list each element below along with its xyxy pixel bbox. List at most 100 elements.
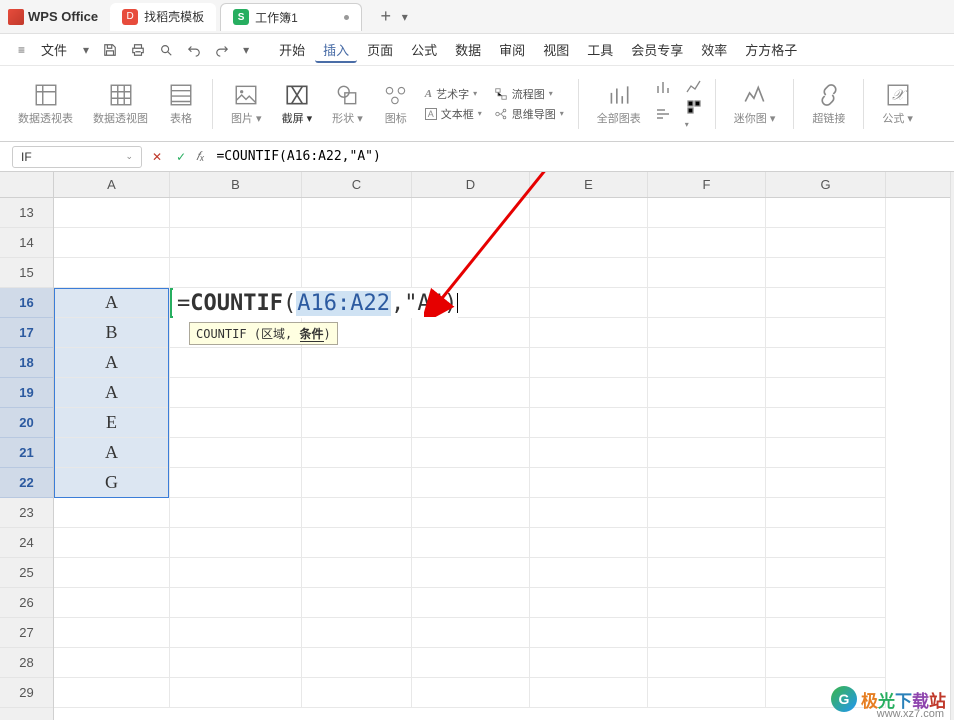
row-head-26[interactable]: 26 — [0, 588, 53, 618]
col-head-C[interactable]: C — [302, 172, 412, 197]
col-head-A[interactable]: A — [54, 172, 170, 197]
add-tab-button[interactable]: + — [374, 5, 398, 29]
cell-E14[interactable] — [530, 228, 648, 258]
chevron-down-icon[interactable]: ⌄ — [125, 151, 133, 162]
cell-D15[interactable] — [412, 258, 530, 288]
cell-E28[interactable] — [530, 648, 648, 678]
cell-G28[interactable] — [766, 648, 886, 678]
cell-D21[interactable] — [412, 438, 530, 468]
cell-C23[interactable] — [302, 498, 412, 528]
cell-C27[interactable] — [302, 618, 412, 648]
more-charts-icon[interactable]: ▾ — [685, 98, 703, 130]
row-head-25[interactable]: 25 — [0, 558, 53, 588]
col-head-B[interactable]: B — [170, 172, 302, 197]
cell-B23[interactable] — [170, 498, 302, 528]
cell-C19[interactable] — [302, 378, 412, 408]
cell-A21[interactable]: A — [54, 438, 170, 468]
cell-C29[interactable] — [302, 678, 412, 708]
cell-C20[interactable] — [302, 408, 412, 438]
cell-C13[interactable] — [302, 198, 412, 228]
row-head-16[interactable]: 16 — [0, 288, 53, 318]
cell-E20[interactable] — [530, 408, 648, 438]
menu-page[interactable]: 页面 — [359, 36, 401, 63]
dropdown-icon[interactable]: ▾ — [237, 41, 255, 59]
cell-G17[interactable] — [766, 318, 886, 348]
cell-D14[interactable] — [412, 228, 530, 258]
cell-B29[interactable] — [170, 678, 302, 708]
cell-D26[interactable] — [412, 588, 530, 618]
cell-E21[interactable] — [530, 438, 648, 468]
cell-A25[interactable] — [54, 558, 170, 588]
file-menu[interactable]: 文件 — [33, 36, 75, 63]
ribbon-screenshot[interactable]: 截屏 ▾ — [276, 82, 319, 126]
cell-G19[interactable] — [766, 378, 886, 408]
cell-A23[interactable] — [54, 498, 170, 528]
cell-G25[interactable] — [766, 558, 886, 588]
row-head-14[interactable]: 14 — [0, 228, 53, 258]
cell-G14[interactable] — [766, 228, 886, 258]
formula-input[interactable] — [216, 146, 942, 168]
grid[interactable]: ABCDEFG ABAAEAG =COUNTIF(A16:A22,"A") CO… — [54, 172, 954, 720]
cell-E17[interactable] — [530, 318, 648, 348]
menu-fanggezi[interactable]: 方方格子 — [737, 36, 805, 63]
cell-F27[interactable] — [648, 618, 766, 648]
cell-G27[interactable] — [766, 618, 886, 648]
ribbon-pivot-table[interactable]: 数据透视表 — [12, 82, 79, 126]
row-head-20[interactable]: 20 — [0, 408, 53, 438]
row-head-15[interactable]: 15 — [0, 258, 53, 288]
cell-F28[interactable] — [648, 648, 766, 678]
cell-B28[interactable] — [170, 648, 302, 678]
cell-A28[interactable] — [54, 648, 170, 678]
menu-collapse-icon[interactable]: ≡ — [12, 41, 31, 59]
ribbon-sparkline[interactable]: 迷你图 ▾ — [728, 82, 782, 126]
cell-F15[interactable] — [648, 258, 766, 288]
ribbon-flowchart[interactable]: 流程图▾ — [492, 85, 566, 103]
cell-A14[interactable] — [54, 228, 170, 258]
preview-icon[interactable] — [153, 41, 179, 59]
line-chart-icon[interactable] — [685, 78, 703, 96]
cell-E23[interactable] — [530, 498, 648, 528]
cell-F26[interactable] — [648, 588, 766, 618]
scrollbar-vertical[interactable] — [950, 172, 954, 720]
cell-D25[interactable] — [412, 558, 530, 588]
cell-B15[interactable] — [170, 258, 302, 288]
cell-E13[interactable] — [530, 198, 648, 228]
bar-chart-icon-2[interactable] — [655, 105, 673, 123]
new-icon[interactable]: ▾ — [77, 41, 95, 59]
menu-insert[interactable]: 插入 — [315, 36, 357, 63]
cell-C24[interactable] — [302, 528, 412, 558]
cell-G16[interactable] — [766, 288, 886, 318]
cell-E29[interactable] — [530, 678, 648, 708]
ribbon-table[interactable]: 表格 — [162, 82, 200, 126]
cell-E16[interactable] — [530, 288, 648, 318]
ribbon-shape[interactable]: 形状 ▾ — [326, 82, 369, 126]
undo-icon[interactable] — [181, 41, 207, 59]
cell-C22[interactable] — [302, 468, 412, 498]
cell-C21[interactable] — [302, 438, 412, 468]
cancel-button[interactable]: ✕ — [148, 150, 166, 164]
cell-G26[interactable] — [766, 588, 886, 618]
cell-D24[interactable] — [412, 528, 530, 558]
cell-G22[interactable] — [766, 468, 886, 498]
cell-F21[interactable] — [648, 438, 766, 468]
cell-C15[interactable] — [302, 258, 412, 288]
menu-view[interactable]: 视图 — [535, 36, 577, 63]
col-head-D[interactable]: D — [412, 172, 530, 197]
cell-F19[interactable] — [648, 378, 766, 408]
cell-D18[interactable] — [412, 348, 530, 378]
cell-G13[interactable] — [766, 198, 886, 228]
cell-E26[interactable] — [530, 588, 648, 618]
cell-B18[interactable] — [170, 348, 302, 378]
cell-B19[interactable] — [170, 378, 302, 408]
cell-C14[interactable] — [302, 228, 412, 258]
cell-F17[interactable] — [648, 318, 766, 348]
row-head-13[interactable]: 13 — [0, 198, 53, 228]
cell-E18[interactable] — [530, 348, 648, 378]
menu-data[interactable]: 数据 — [447, 36, 489, 63]
tab-templates[interactable]: D 找稻壳模板 — [110, 3, 216, 31]
cell-B25[interactable] — [170, 558, 302, 588]
col-head-F[interactable]: F — [648, 172, 766, 197]
cell-E15[interactable] — [530, 258, 648, 288]
menu-tools[interactable]: 工具 — [579, 36, 621, 63]
cell-F13[interactable] — [648, 198, 766, 228]
